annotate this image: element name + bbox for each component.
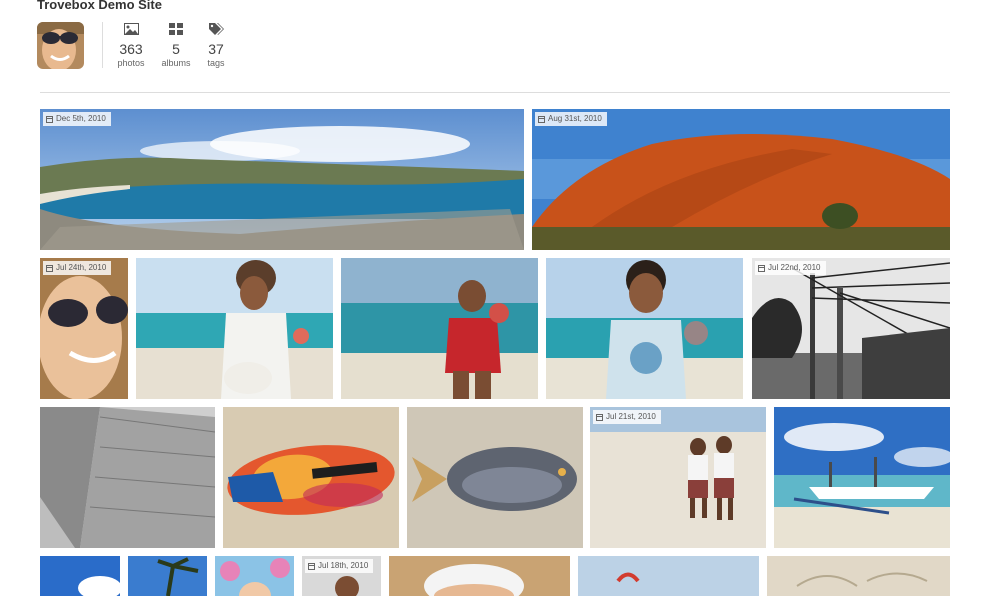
avatar[interactable]: [37, 22, 84, 69]
calendar-icon: [538, 115, 545, 123]
image-icon: [123, 23, 139, 35]
photo-flowers[interactable]: [215, 556, 294, 596]
albums-count: 5: [172, 41, 180, 57]
photo-kite[interactable]: [578, 556, 759, 596]
albums-label: albums: [161, 58, 191, 68]
photo-bay[interactable]: Dec 5th, 2010: [40, 109, 524, 250]
photo-date-badge: Jul 22nd, 2010: [755, 261, 826, 275]
tags-label: tags: [207, 58, 225, 68]
calendar-icon: [596, 413, 603, 421]
photo-uluru[interactable]: Aug 31st, 2010: [532, 109, 950, 250]
calendar-icon: [758, 264, 765, 272]
photo-date-badge: Aug 31st, 2010: [535, 112, 607, 126]
albums-icon: [169, 23, 183, 35]
photos-label: photos: [117, 58, 145, 68]
calendar-icon: [46, 264, 53, 272]
photo-fish[interactable]: [407, 407, 583, 548]
photo-power-lines[interactable]: Jul 22nd, 2010: [752, 258, 950, 399]
photo-boy-shell[interactable]: [136, 258, 333, 399]
header-divider: [102, 22, 103, 68]
stat-tags[interactable]: 37 tags: [196, 22, 236, 69]
photos-count: 363: [119, 41, 143, 57]
calendar-icon: [46, 115, 53, 123]
photo-date-badge: Jul 21st, 2010: [593, 410, 661, 424]
photo-kids-beach[interactable]: Jul 21st, 2010: [590, 407, 766, 548]
header-rule: [40, 92, 950, 93]
photo-alley-wall[interactable]: [40, 407, 215, 548]
photo-date-badge: Jul 18th, 2010: [305, 559, 374, 573]
photo-date-badge: Jul 24th, 2010: [43, 261, 112, 275]
photo-sand[interactable]: [767, 556, 950, 596]
photo-boy-red-shirt[interactable]: [341, 258, 538, 399]
photo-boy-blue-shirt[interactable]: [546, 258, 743, 399]
photo-date-badge: Dec 5th, 2010: [43, 112, 111, 126]
stat-albums[interactable]: 5 albums: [156, 22, 196, 69]
photo-cap[interactable]: [389, 556, 570, 596]
photo-palm[interactable]: [128, 556, 207, 596]
photo-woman-sunglasses[interactable]: Jul 24th, 2010: [40, 258, 128, 399]
photo-surfboard[interactable]: [223, 407, 399, 548]
calendar-icon: [308, 562, 315, 570]
photo-boat[interactable]: [774, 407, 950, 548]
tags-count: 37: [208, 41, 224, 57]
photo-portrait[interactable]: Jul 18th, 2010: [302, 556, 381, 596]
photo-sky[interactable]: [40, 556, 120, 596]
tags-icon: [208, 22, 224, 35]
site-title[interactable]: Trovebox Demo Site: [37, 0, 162, 12]
stat-photos[interactable]: 363 photos: [111, 22, 151, 69]
